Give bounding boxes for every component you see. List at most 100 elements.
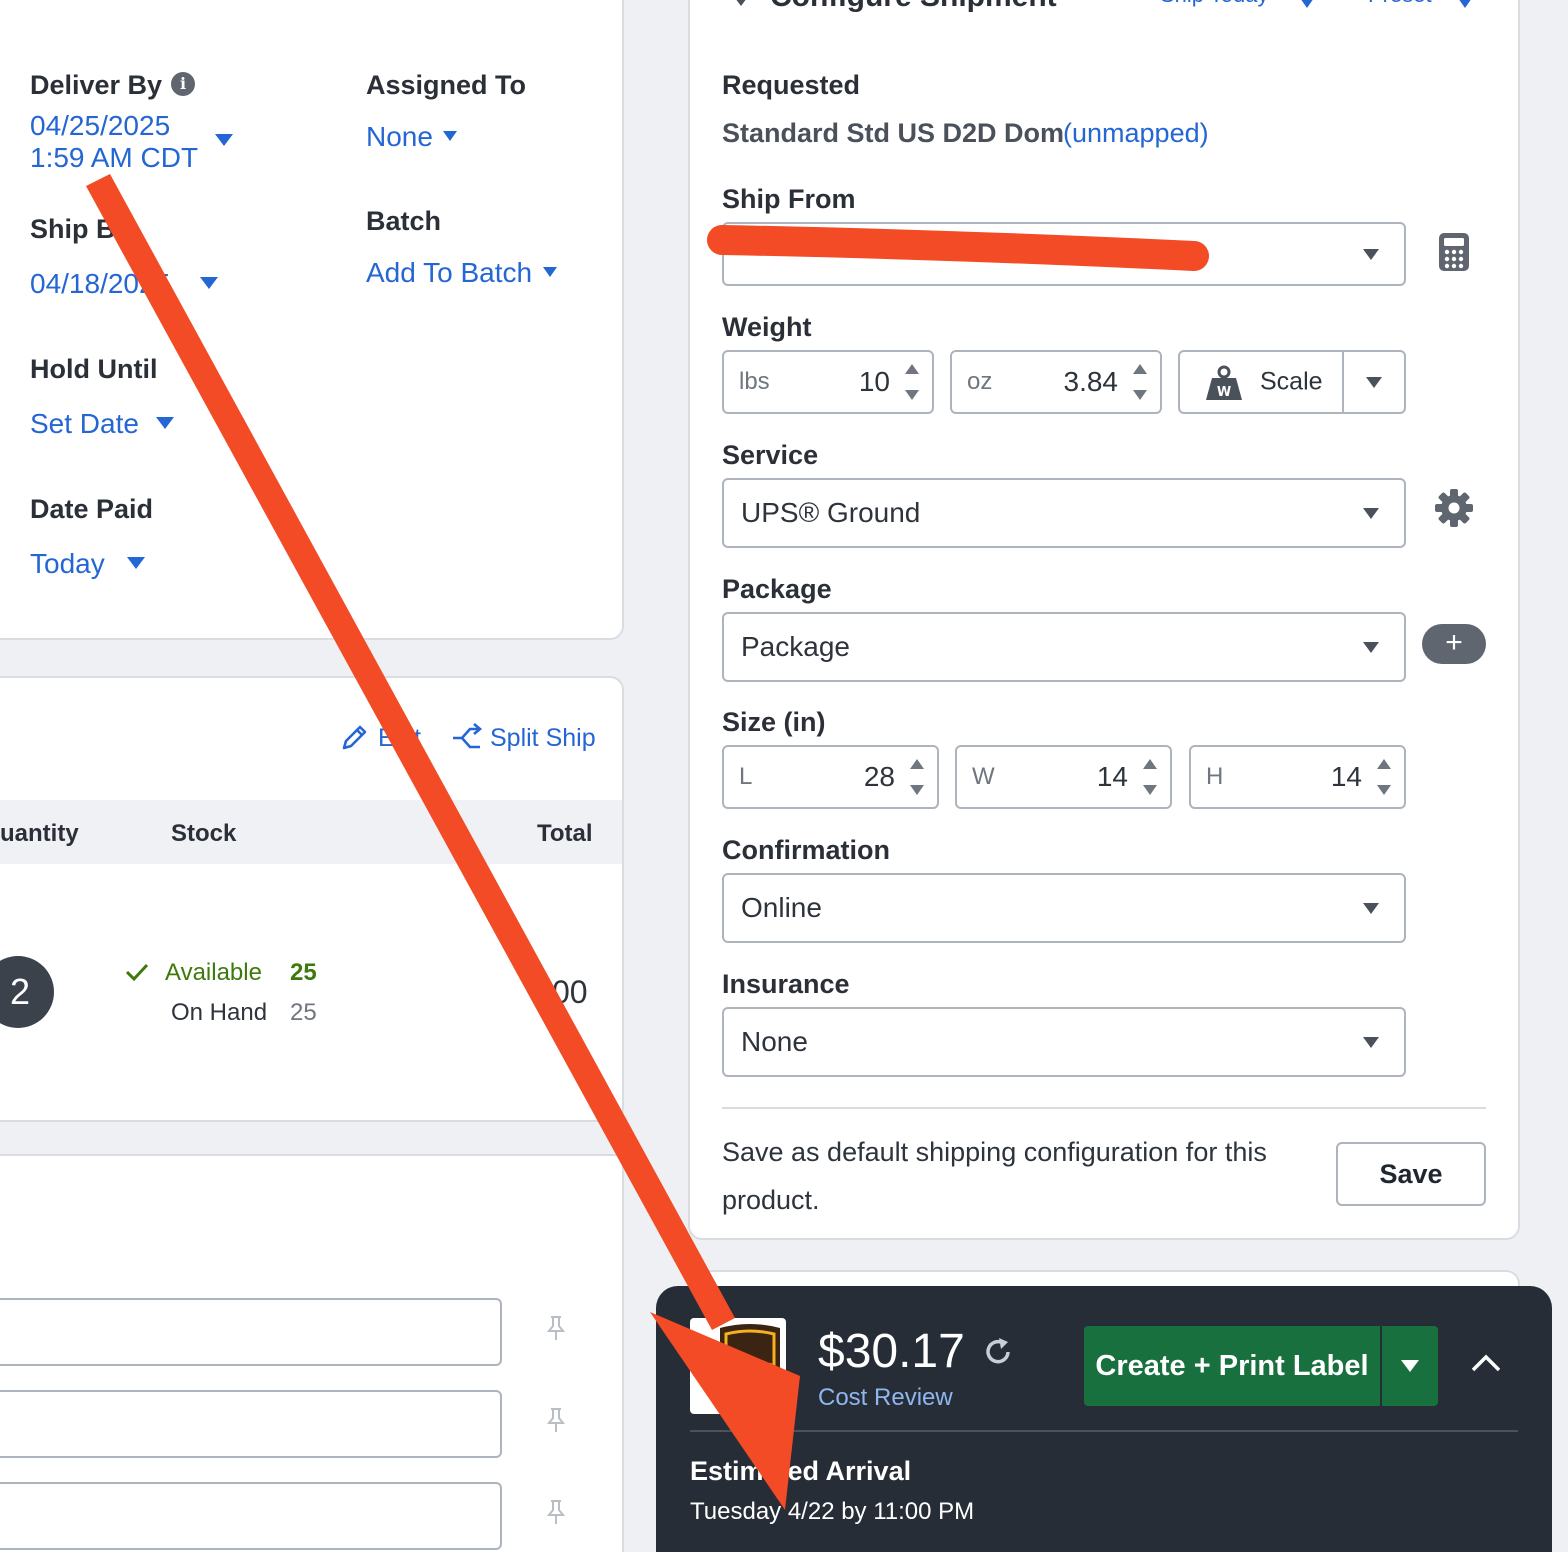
deliver-by-time[interactable]: 1:59 AM CDT [30,142,198,174]
deliver-by-date[interactable]: 04/25/2025 [30,110,170,142]
date-paid-label: Date Paid [30,494,154,524]
save-default-text: Save as default shipping configuration f… [722,1137,1267,1215]
scale-button[interactable]: W Scale [1178,350,1406,414]
date-paid-dropdown-icon[interactable] [127,557,145,569]
scale-label: Scale [1260,367,1323,396]
height-unit: H [1206,763,1224,790]
assigned-to-label: Assigned To [366,70,527,100]
insurance-dropdown-icon [1363,1037,1379,1048]
custom-field-2[interactable] [0,1390,502,1458]
on-hand-label: On Hand [171,999,268,1026]
split-ship-link[interactable]: Split Ship [490,724,596,753]
batch-label: Batch [366,206,442,236]
create-label-dropdown-button[interactable] [1382,1326,1438,1406]
width-value[interactable]: 14 [1097,761,1128,793]
add-to-batch-link[interactable]: Add To Batch [366,257,532,289]
pencil-icon[interactable] [340,722,370,752]
hold-until-value[interactable]: Set Date [30,408,139,440]
height-spinner-icon[interactable] [1376,759,1392,795]
weight-oz-stepper[interactable]: oz 3.84 [950,350,1162,414]
confirmation-value: Online [741,892,822,923]
size-height-stepper[interactable]: H 14 [1189,745,1406,809]
lbs-value[interactable]: 10 [859,366,890,398]
preset-link[interactable]: Preset [1368,0,1432,8]
size-label: Size (in) [722,707,826,737]
ups-logo: ups [690,1318,786,1414]
service-dropdown-icon [1363,508,1379,519]
cost-review-link[interactable]: Cost Review [818,1384,953,1412]
label-summary-bar: ups $30.17 Cost Review Create + Print La… [656,1286,1552,1552]
collapse-chevron-icon[interactable] [732,0,750,6]
column-stock: Stock [171,820,237,847]
create-print-label-button[interactable]: Create + Print Label [1084,1326,1380,1406]
width-unit: W [972,763,995,790]
assigned-to-dropdown-icon[interactable] [443,131,457,141]
label-price: $30.17 [818,1325,965,1378]
estimated-arrival-date: Tuesday 4/22 by 11:00 PM [690,1498,975,1525]
refresh-icon[interactable] [982,1336,1014,1368]
oz-value[interactable]: 3.84 [1064,366,1119,398]
assigned-to-value[interactable]: None [366,121,433,153]
insurance-label: Insurance [722,969,850,999]
add-package-button[interactable]: + [1422,624,1486,664]
scale-weight-icon: W [1206,365,1242,400]
pin-icon[interactable] [544,1498,568,1526]
save-button[interactable]: Save [1336,1142,1486,1206]
service-label: Service [722,440,819,470]
lbs-spinner-icon[interactable] [904,364,920,400]
calculator-icon[interactable] [1438,232,1470,272]
length-spinner-icon[interactable] [909,759,925,795]
info-icon[interactable]: i [171,72,195,96]
svg-text:W: W [1217,385,1231,400]
insurance-value: None [741,1026,808,1057]
package-value: Package [741,631,850,662]
weight-label: Weight [722,312,812,342]
package-dropdown-icon [1363,642,1379,653]
edit-link[interactable]: Edit [378,724,421,753]
package-select[interactable]: Package [722,612,1406,682]
ship-today-link[interactable]: Ship Today [1160,0,1268,8]
custom-field-1[interactable] [0,1298,502,1366]
split-ship-icon[interactable] [450,723,484,753]
size-length-stepper[interactable]: L 28 [722,745,939,809]
pin-icon[interactable] [544,1314,568,1342]
confirmation-dropdown-icon [1363,903,1379,914]
bar-divider [690,1430,1518,1432]
oz-unit: oz [967,368,993,395]
service-value: UPS® Ground [741,497,921,528]
lbs-unit: lbs [739,368,770,395]
package-label: Package [722,574,832,604]
unmapped-link[interactable]: (unmapped) [1063,118,1209,149]
confirmation-select[interactable]: Online [722,873,1406,943]
pin-icon[interactable] [544,1406,568,1434]
available-value: 25 [290,959,317,986]
confirmation-label: Confirmation [722,835,890,865]
service-select[interactable]: UPS® Ground [722,478,1406,548]
ship-by-dropdown-icon[interactable] [200,277,218,289]
gear-icon[interactable] [1434,488,1474,528]
custom-field-3[interactable] [0,1482,502,1550]
ship-from-dropdown-icon [1363,249,1379,260]
ship-by-value[interactable]: 04/18/2025 [30,268,170,300]
deliver-by-dropdown-icon[interactable] [215,134,233,146]
height-value[interactable]: 14 [1331,761,1362,793]
chevron-up-icon[interactable] [1470,1352,1502,1374]
items-table-header [0,800,622,864]
width-spinner-icon[interactable] [1142,759,1158,795]
oz-spinner-icon[interactable] [1132,364,1148,400]
estimated-arrival-label: Estimated Arrival [690,1456,912,1486]
insurance-select[interactable]: None [722,1007,1406,1077]
batch-dropdown-icon[interactable] [543,267,557,277]
date-paid-value[interactable]: Today [30,548,105,580]
scale-dropdown-icon[interactable] [1366,377,1382,388]
length-value[interactable]: 28 [864,761,895,793]
ship-today-dropdown-icon[interactable] [1300,0,1314,8]
hold-until-dropdown-icon[interactable] [156,417,174,429]
divider [722,1107,1486,1109]
configure-shipment-title: Configure Shipment [770,0,1057,14]
length-unit: L [739,763,753,790]
preset-dropdown-icon[interactable] [1458,0,1472,8]
size-width-stepper[interactable]: W 14 [955,745,1172,809]
weight-lbs-stepper[interactable]: lbs 10 [722,350,934,414]
ship-from-select[interactable] [722,222,1406,286]
